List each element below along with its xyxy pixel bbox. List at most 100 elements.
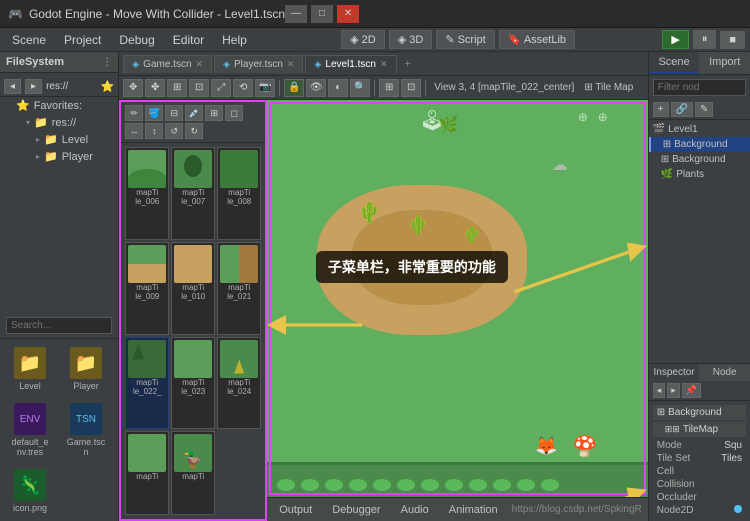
audio-tab[interactable]: Audio: [395, 502, 435, 518]
tt-erase-button[interactable]: ◻: [225, 105, 243, 121]
menu-project[interactable]: Project: [56, 31, 109, 49]
node2d-label: Node2D: [657, 505, 694, 516]
insp-section-tilemap: ⊞⊞ TileMap: [653, 422, 746, 437]
tile-item-025[interactable]: mapTi: [125, 431, 169, 515]
fs-search-bar[interactable]: [0, 313, 118, 338]
folder-icon: 📁: [70, 347, 102, 379]
lock-button[interactable]: 🔒: [284, 79, 304, 97]
tt-rect-button[interactable]: ⊟: [165, 105, 183, 121]
tile-item-021[interactable]: mapTile_021: [217, 242, 261, 335]
tab-level1-tscn[interactable]: ◈ Level1.tscn ✕: [305, 55, 396, 73]
fs-tree-level[interactable]: ▸ 📁 Level: [0, 131, 118, 148]
file-item-level[interactable]: 📁 Level: [4, 343, 56, 395]
menu-editor[interactable]: Editor: [165, 31, 212, 49]
list-tool-button[interactable]: ⤢: [211, 79, 231, 97]
fs-tree-res[interactable]: ▾ 📁 res://: [0, 114, 118, 131]
stop-button[interactable]: ■: [720, 31, 745, 49]
tt-flip-v-button[interactable]: ↕: [145, 123, 163, 139]
assetlib-button[interactable]: 🔖 AssetLib: [499, 30, 575, 49]
fs-search-input[interactable]: [6, 317, 112, 334]
tab-player-tscn[interactable]: ◈ Player.tscn ✕: [214, 55, 303, 73]
maximize-button[interactable]: □: [311, 5, 333, 23]
tab-game-tscn[interactable]: ◈ Game.tscn ✕: [123, 55, 212, 73]
inspector-tab[interactable]: Inspector: [649, 364, 700, 381]
insp-pin[interactable]: 📌: [682, 383, 701, 398]
tile-item-007[interactable]: mapTile_007: [171, 147, 215, 240]
menu-help[interactable]: Help: [214, 31, 255, 49]
file-item-default-env[interactable]: ENV default_env.tres: [4, 399, 56, 461]
viewport: 🕹 🌿 ⊕ ⊕ 🌵 🌵 🌵: [267, 100, 648, 521]
pivot-tool-button[interactable]: ⟲: [233, 79, 253, 97]
tile-item-008[interactable]: mapTile_008: [217, 147, 261, 240]
scene-item-level1[interactable]: 🎬 Level1: [649, 122, 750, 137]
move-tool-button[interactable]: ✤: [145, 79, 165, 97]
tile-item-010[interactable]: mapTile_010: [171, 242, 215, 335]
tile-item-023[interactable]: mapTile_023: [171, 337, 215, 430]
tile-thumb: [220, 340, 258, 378]
file-item-player[interactable]: 📁 Player: [60, 343, 112, 395]
import-tab[interactable]: Import: [699, 52, 750, 74]
grid-toggle-button[interactable]: ⊡: [401, 79, 421, 97]
viewport-canvas[interactable]: 🕹 🌿 ⊕ ⊕ 🌵 🌵 🌵: [267, 100, 648, 497]
tab-add-button[interactable]: +: [399, 56, 417, 72]
tab-close-icon[interactable]: ✕: [287, 59, 295, 70]
snap-tool-button[interactable]: 📷: [255, 79, 275, 97]
tt-pick-button[interactable]: 💉: [185, 105, 203, 121]
play-button[interactable]: ▶: [662, 30, 688, 49]
scene-script-button[interactable]: ✎: [695, 102, 713, 117]
group-button[interactable]: ◐: [328, 79, 348, 97]
tile-item-026[interactable]: 🦆 mapTi: [171, 431, 215, 515]
insp-history-back[interactable]: ◂: [653, 383, 666, 398]
fs-back-button[interactable]: ◂: [4, 79, 21, 94]
zoom-button[interactable]: 🔍: [350, 79, 370, 97]
tt-rotate-right-button[interactable]: ↻: [185, 123, 203, 139]
fs-tree-player[interactable]: ▸ 📁 Player: [0, 148, 118, 165]
tt-fill-button[interactable]: 🪣: [145, 105, 163, 121]
tt-pencil-button[interactable]: ✏: [125, 105, 143, 121]
tile-item-006[interactable]: mapTile_006: [125, 147, 169, 240]
close-button[interactable]: ✕: [337, 5, 359, 23]
tab-close-icon[interactable]: ✕: [196, 59, 204, 70]
right-panel: Scene Import + 🔗 ✎ 🎬 Level1 ⊞ Background…: [648, 52, 750, 521]
node-tab[interactable]: Node: [699, 364, 750, 381]
fs-forward-button[interactable]: ▸: [25, 79, 42, 94]
2d-button[interactable]: ◈ 2D: [341, 30, 385, 49]
scale-tool-button[interactable]: ⊡: [189, 79, 209, 97]
scene-item-background-1[interactable]: ⊞ Background: [649, 137, 750, 152]
tile-item-022[interactable]: mapTile_022_: [125, 337, 169, 430]
animation-tab[interactable]: Animation: [443, 502, 504, 518]
pause-button[interactable]: ⏸: [693, 30, 717, 49]
scene-link-button[interactable]: 🔗: [671, 102, 693, 117]
visibility-button[interactable]: 👁: [306, 79, 326, 97]
3d-button[interactable]: ◈ 3D: [389, 30, 433, 49]
rotate-tool-button[interactable]: ⊞: [167, 79, 187, 97]
insp-history-forward[interactable]: ▸: [667, 383, 680, 398]
output-tab[interactable]: Output: [273, 502, 318, 518]
menu-scene[interactable]: Scene: [4, 31, 54, 49]
fs-tree-favorites[interactable]: ⭐ Favorites:: [0, 97, 118, 114]
annotation-label: 子菜单栏，非常重要的功能: [316, 251, 508, 283]
tile-thumb: 🦆: [174, 434, 212, 472]
tile-item-024[interactable]: mapTile_024: [217, 337, 261, 430]
tile-item-009[interactable]: mapTile_009: [125, 242, 169, 335]
menu-debug[interactable]: Debug: [111, 31, 162, 49]
debugger-tab[interactable]: Debugger: [326, 502, 386, 518]
tt-select-button[interactable]: ⊞: [205, 105, 223, 121]
tab-close-icon[interactable]: ✕: [380, 59, 388, 70]
file-item-game-tscn[interactable]: TSN Game.tscn: [60, 399, 112, 461]
minimize-button[interactable]: —: [285, 5, 307, 23]
scene-tab[interactable]: Scene: [649, 52, 700, 74]
select-tool-button[interactable]: ✥: [123, 79, 143, 97]
tile-thumb: [174, 340, 212, 378]
scene-item-background-2[interactable]: ⊞ Background: [649, 152, 750, 167]
scene-search[interactable]: [649, 75, 750, 100]
scene-item-plants[interactable]: 🌿 Plants: [649, 167, 750, 182]
scene-add-button[interactable]: +: [653, 102, 669, 117]
grid-snap-button[interactable]: ⊞: [379, 79, 399, 97]
tt-rotate-left-button[interactable]: ↺: [165, 123, 183, 139]
script-button[interactable]: ✎ Script: [436, 30, 494, 49]
file-item-icon-png[interactable]: 🦎 icon.png: [4, 465, 56, 517]
tt-flip-h-button[interactable]: ↔: [125, 123, 143, 139]
tscn-icon: TSN: [70, 403, 102, 435]
scene-search-input[interactable]: [653, 79, 746, 96]
